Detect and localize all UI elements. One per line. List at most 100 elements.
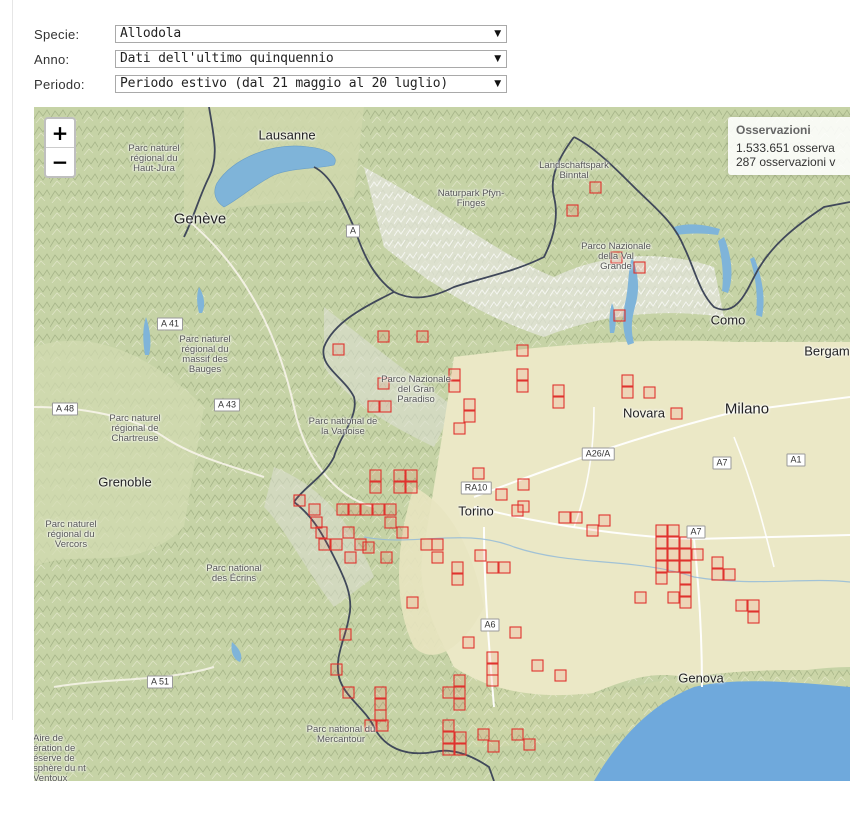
- observation-grid-cell[interactable]: [516, 368, 529, 381]
- observation-grid-cell[interactable]: [453, 674, 466, 687]
- observation-grid-cell[interactable]: [308, 503, 321, 516]
- observation-grid-cell[interactable]: [558, 511, 571, 524]
- observation-grid-cell[interactable]: [511, 728, 524, 741]
- observation-grid-cell[interactable]: [367, 400, 380, 413]
- observation-grid-cell[interactable]: [486, 561, 499, 574]
- observation-grid-cell[interactable]: [747, 611, 760, 624]
- observation-grid-cell[interactable]: [531, 659, 544, 672]
- observation-grid-cell[interactable]: [463, 410, 476, 423]
- observation-grid-cell[interactable]: [462, 636, 475, 649]
- observation-grid-cell[interactable]: [451, 573, 464, 586]
- zoom-in-button[interactable]: +: [46, 119, 74, 147]
- observation-grid-cell[interactable]: [369, 481, 382, 494]
- observation-grid-cell[interactable]: [330, 538, 343, 551]
- observation-grid-cell[interactable]: [589, 181, 602, 194]
- observation-grid-cell[interactable]: [453, 686, 466, 699]
- observation-grid-cell[interactable]: [315, 526, 328, 539]
- observation-grid-cell[interactable]: [679, 584, 692, 597]
- observation-grid-cell[interactable]: [453, 422, 466, 435]
- year-select[interactable]: Dati dell'ultimo quinquennio ▼: [115, 50, 507, 68]
- observation-grid-cell[interactable]: [486, 651, 499, 664]
- observation-grid-cell[interactable]: [380, 551, 393, 564]
- observation-grid-cell[interactable]: [554, 669, 567, 682]
- observation-grid-cell[interactable]: [384, 503, 397, 516]
- zoom-out-button[interactable]: −: [46, 147, 74, 176]
- observation-grid-cell[interactable]: [711, 568, 724, 581]
- observation-grid-cell[interactable]: [711, 556, 724, 569]
- observation-grid-cell[interactable]: [339, 628, 352, 641]
- observation-grid-cell[interactable]: [374, 686, 387, 699]
- observation-grid-cell[interactable]: [516, 344, 529, 357]
- observation-grid-cell[interactable]: [393, 481, 406, 494]
- observation-grid-cell[interactable]: [655, 536, 668, 549]
- observation-grid-cell[interactable]: [723, 568, 736, 581]
- observation-grid-cell[interactable]: [486, 674, 499, 687]
- observation-grid-cell[interactable]: [517, 478, 530, 491]
- observation-grid-cell[interactable]: [487, 740, 500, 753]
- observation-grid-cell[interactable]: [552, 384, 565, 397]
- map-view[interactable]: Lausanne Genève Como Bergam Novara Milan…: [34, 107, 850, 781]
- observation-grid-cell[interactable]: [667, 591, 680, 604]
- observation-grid-cell[interactable]: [372, 503, 385, 516]
- observation-grid-cell[interactable]: [453, 698, 466, 711]
- observation-grid-cell[interactable]: [643, 386, 656, 399]
- observation-grid-cell[interactable]: [495, 488, 508, 501]
- observation-grid-cell[interactable]: [318, 538, 331, 551]
- observation-grid-cell[interactable]: [670, 407, 683, 420]
- observation-grid-cell[interactable]: [393, 469, 406, 482]
- observation-grid-cell[interactable]: [655, 548, 668, 561]
- observation-grid-cell[interactable]: [679, 560, 692, 573]
- observation-grid-cell[interactable]: [384, 516, 397, 529]
- observation-grid-cell[interactable]: [509, 626, 522, 639]
- observation-grid-cell[interactable]: [342, 686, 355, 699]
- observation-grid-cell[interactable]: [691, 548, 704, 561]
- observation-grid-cell[interactable]: [679, 536, 692, 549]
- observation-grid-cell[interactable]: [442, 719, 455, 732]
- observation-grid-cell[interactable]: [374, 698, 387, 711]
- observation-grid-cell[interactable]: [442, 743, 455, 756]
- observation-grid-cell[interactable]: [498, 561, 511, 574]
- observation-grid-cell[interactable]: [451, 561, 464, 574]
- observation-grid-cell[interactable]: [655, 572, 668, 585]
- observation-grid-cell[interactable]: [667, 548, 680, 561]
- observation-grid-cell[interactable]: [598, 514, 611, 527]
- observation-grid-cell[interactable]: [405, 481, 418, 494]
- observation-grid-cell[interactable]: [511, 504, 524, 517]
- observation-grid-cell[interactable]: [621, 386, 634, 399]
- observation-grid-cell[interactable]: [667, 560, 680, 573]
- period-select[interactable]: Periodo estivo (dal 21 maggio al 20 lugl…: [115, 75, 507, 93]
- observation-grid-cell[interactable]: [454, 743, 467, 756]
- observation-grid-cell[interactable]: [613, 309, 626, 322]
- observation-grid-cell[interactable]: [570, 511, 583, 524]
- observation-grid-cell[interactable]: [344, 551, 357, 564]
- observation-grid-cell[interactable]: [330, 663, 343, 676]
- observation-grid-cell[interactable]: [655, 560, 668, 573]
- observation-grid-cell[interactable]: [486, 663, 499, 676]
- observation-grid-cell[interactable]: [342, 526, 355, 539]
- observation-grid-cell[interactable]: [747, 599, 760, 612]
- observation-grid-cell[interactable]: [516, 380, 529, 393]
- observation-grid-cell[interactable]: [362, 541, 375, 554]
- observation-grid-cell[interactable]: [310, 516, 323, 529]
- observation-grid-cell[interactable]: [474, 549, 487, 562]
- observation-grid-cell[interactable]: [634, 591, 647, 604]
- observation-grid-cell[interactable]: [454, 731, 467, 744]
- observation-grid-cell[interactable]: [667, 524, 680, 537]
- observation-grid-cell[interactable]: [374, 709, 387, 722]
- observation-grid-cell[interactable]: [667, 536, 680, 549]
- observation-grid-cell[interactable]: [348, 503, 361, 516]
- observation-grid-cell[interactable]: [336, 503, 349, 516]
- observation-grid-cell[interactable]: [679, 596, 692, 609]
- observation-grid-cell[interactable]: [679, 572, 692, 585]
- observation-grid-cell[interactable]: [431, 551, 444, 564]
- observation-grid-cell[interactable]: [523, 738, 536, 751]
- observation-grid-cell[interactable]: [566, 204, 579, 217]
- species-select[interactable]: Allodola ▼: [115, 25, 507, 43]
- observation-grid-cell[interactable]: [416, 330, 429, 343]
- observation-grid-cell[interactable]: [679, 548, 692, 561]
- observation-grid-cell[interactable]: [477, 728, 490, 741]
- observation-grid-cell[interactable]: [463, 398, 476, 411]
- observation-grid-cell[interactable]: [360, 503, 373, 516]
- observation-grid-cell[interactable]: [442, 686, 455, 699]
- observation-grid-cell[interactable]: [442, 731, 455, 744]
